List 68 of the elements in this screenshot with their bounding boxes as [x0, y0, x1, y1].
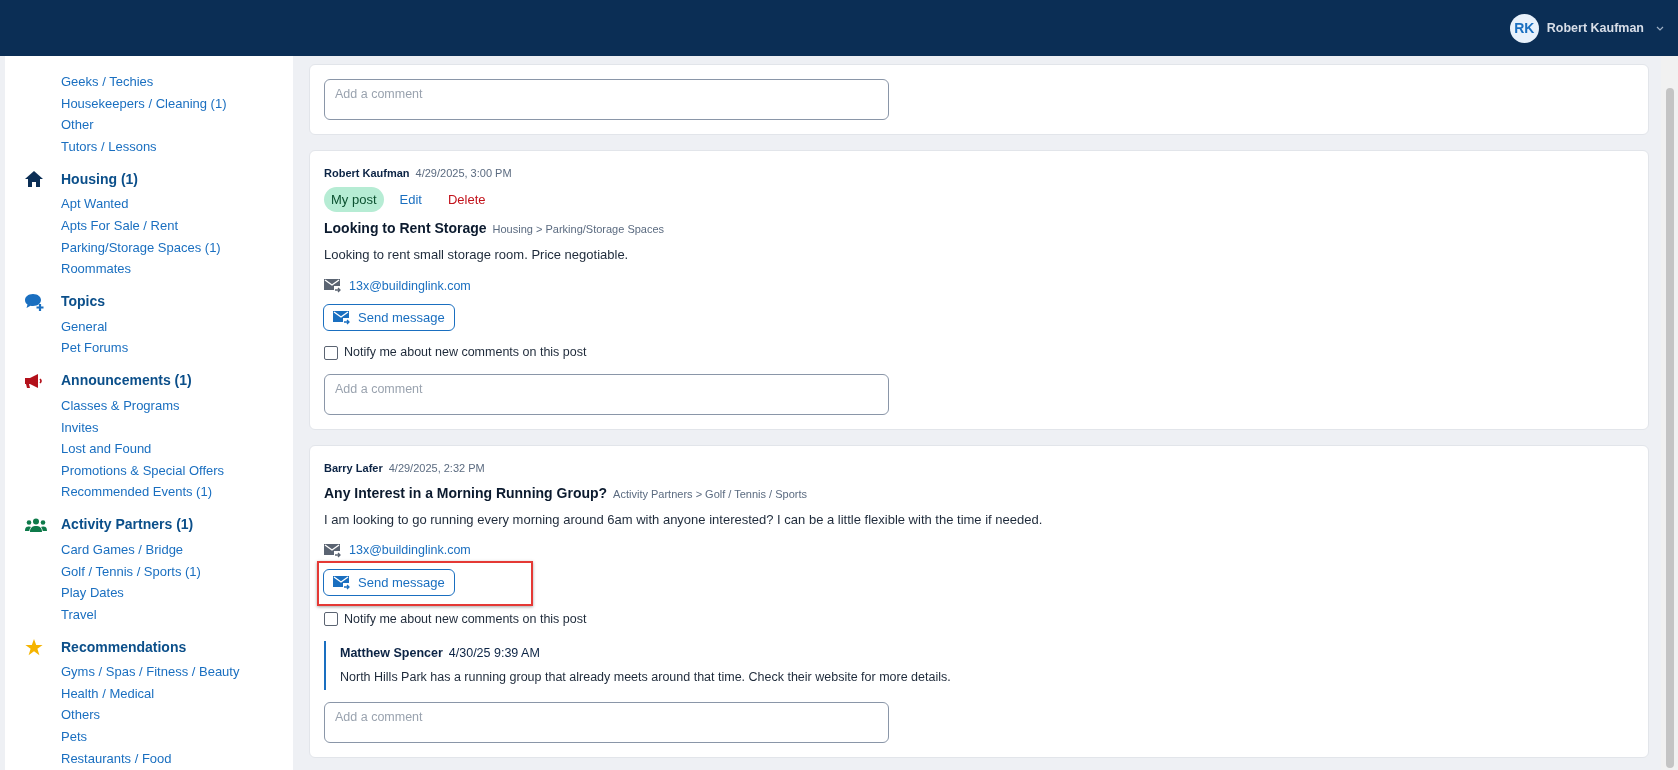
checkbox[interactable] — [324, 612, 338, 627]
author-name: Barry Lafer — [324, 461, 383, 476]
subcategory-link[interactable]: Pet Forums — [61, 337, 293, 359]
my-post-badge: My post — [324, 186, 384, 212]
post-title: Looking to Rent Storage — [324, 219, 487, 238]
chevron-down-icon[interactable] — [1656, 25, 1664, 31]
reply-text: North Hills Park has a running group that already meets around that time. Check their website for more details. — [340, 669, 952, 687]
post-date: 4/29/2025, 2:32 PM — [388, 461, 485, 476]
subcategory-link[interactable]: Others — [61, 704, 293, 727]
subcategory-link[interactable]: Parking/Storage Spaces (1) — [61, 236, 293, 259]
mail-send-icon — [333, 574, 350, 590]
subcategory-link[interactable]: Restaurants / Food — [61, 747, 293, 770]
post-body: I am looking to go running every morning around 6am with anyone interested? I can be a little flexible with the time if needed. — [324, 510, 1044, 529]
megaphone-icon — [25, 372, 43, 389]
subcategory-link[interactable]: Roommates — [61, 258, 293, 280]
user-avatar[interactable]: RK — [1509, 13, 1539, 43]
subcategory-link[interactable]: Health / Medical — [61, 682, 293, 705]
subcategory-link[interactable]: Apt Wanted — [61, 193, 293, 215]
star-icon — [25, 638, 43, 656]
subcategory-link[interactable]: Tutors / Lessons — [61, 135, 293, 158]
subcategory-link[interactable]: Apts For Sale / Rent — [61, 214, 293, 237]
post-body: Looking to rent small storage room. Price negotiable. — [324, 246, 630, 264]
post-category: Activity Partners > Golf / Tennis / Sports — [613, 486, 807, 502]
subcategory-link[interactable]: Geeks / Techies — [61, 71, 293, 93]
notify-label: Notify me about new comments on this post — [344, 610, 587, 628]
comment-field[interactable]: Add a comment — [324, 702, 889, 743]
notify-label: Notify me about new comments on this post — [344, 344, 587, 362]
subcategory-link[interactable]: Classes & Programs — [61, 394, 293, 417]
reply-date: 4/30/25 9:39 AM — [448, 644, 540, 662]
mail-send-icon — [333, 310, 350, 326]
email-link[interactable]: 13x@buildinglink.com — [349, 276, 471, 296]
subcategory-link[interactable]: Travel — [61, 603, 293, 626]
delete-link[interactable]: Delete — [447, 189, 486, 209]
subcategory-link[interactable]: General — [61, 315, 293, 338]
reply-author: Matthew Spencer — [340, 644, 443, 662]
post-title: Any Interest in a Morning Running Group? — [324, 483, 608, 503]
comment-field[interactable]: Add a comment — [324, 79, 889, 120]
post-category: Housing > Parking/Storage Spaces — [492, 222, 665, 237]
send-message-button[interactable]: Send message — [323, 304, 455, 332]
subcategory-link[interactable]: Lost and Found — [61, 438, 293, 460]
mail-icon — [324, 542, 341, 558]
category-heading[interactable]: Activity Partners (1) — [61, 514, 194, 536]
category-heading[interactable]: Announcements (1) — [61, 370, 192, 392]
category-heading[interactable]: Recommendations — [61, 636, 187, 658]
house-icon — [25, 171, 43, 188]
people-group-icon — [25, 517, 47, 532]
subcategory-link[interactable]: Other — [61, 114, 293, 136]
category-heading[interactable]: Housing (1) — [61, 168, 138, 190]
category-heading[interactable]: Topics — [61, 291, 106, 313]
subcategory-link[interactable]: Gyms / Spas / Fitness / Beauty — [61, 661, 293, 683]
subcategory-link[interactable]: Play Dates — [61, 582, 293, 604]
send-message-button[interactable]: Send message — [323, 568, 455, 596]
user-name[interactable]: Robert Kaufman — [1546, 18, 1644, 38]
comment-field[interactable]: Add a comment — [324, 374, 889, 415]
subcategory-link[interactable]: Invites — [61, 416, 293, 439]
subcategory-link[interactable]: Promotions & Special Offers — [61, 459, 293, 482]
subcategory-link[interactable]: Recommended Events (1) — [61, 481, 293, 503]
checkbox[interactable] — [324, 345, 338, 360]
edit-link[interactable]: Edit — [399, 189, 422, 209]
post-date: 4/29/2025, 3:00 PM — [415, 166, 512, 181]
subcategory-link[interactable]: Housekeepers / Cleaning (1) — [61, 92, 293, 115]
subcategory-link[interactable]: Pets — [61, 726, 293, 748]
mail-icon — [324, 278, 341, 294]
author-name: Robert Kaufman — [324, 166, 410, 181]
chat-bubble-plus-icon — [25, 292, 45, 311]
subcategory-link[interactable]: Card Games / Bridge — [61, 538, 293, 561]
email-link[interactable]: 13x@buildinglink.com — [349, 541, 471, 560]
subcategory-link[interactable]: Golf / Tennis / Sports (1) — [61, 560, 293, 583]
